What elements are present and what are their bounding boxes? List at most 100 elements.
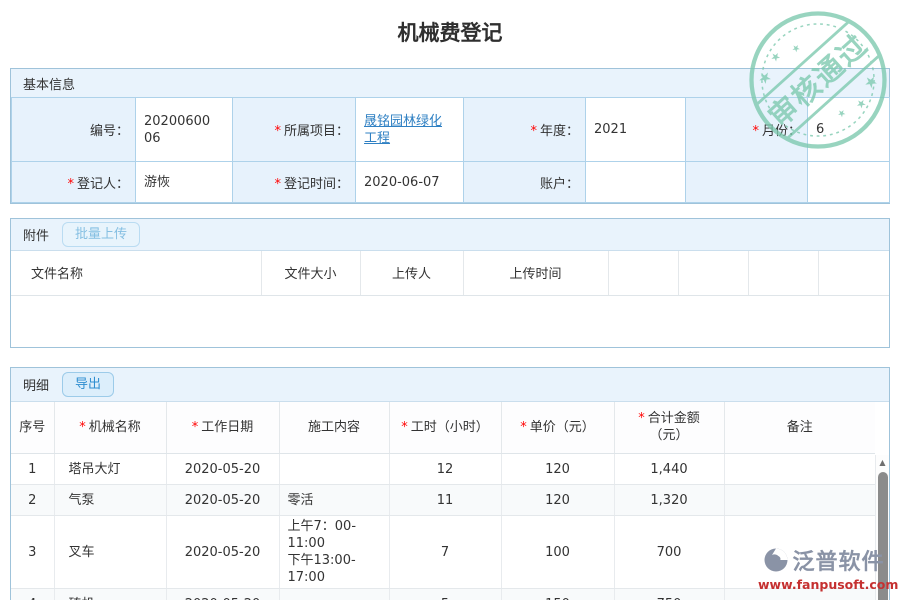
details-header-cell: 施工内容: [279, 402, 389, 454]
details-cell: 12: [389, 454, 501, 485]
vendor-url: www.fanpusoft.com: [758, 577, 890, 592]
basic-info-section: 基本信息 编号：2020060006*所属项目：晟铭园林绿化工程 *年度：2021…: [10, 68, 890, 204]
details-cell: 上午7：00-11:00 下午13:00-17:00: [279, 516, 389, 589]
details-table-row: 3叉车2020-05-20上午7：00-11:00 下午13:00-17:007…: [11, 516, 875, 589]
details-cell: 2020-05-20: [166, 516, 279, 589]
attachments-header-cell: 文件大小: [261, 251, 360, 295]
required-asterisk: *: [274, 177, 281, 192]
attachments-header-cell: 上传人: [360, 251, 463, 295]
field-label: 账户：: [464, 162, 586, 203]
attachments-section: 附件 批量上传 文件名称文件大小上传人上传时间: [10, 218, 890, 348]
required-asterisk: *: [401, 420, 408, 435]
attachments-table: 文件名称文件大小上传人上传时间: [11, 251, 889, 296]
required-asterisk: *: [192, 420, 199, 435]
details-header-cell: *机械名称: [54, 402, 166, 454]
field-value: 2021: [586, 98, 686, 162]
details-cell: 1,440: [614, 454, 724, 485]
details-table-row: 4砖机2020-05-20 5150750: [11, 589, 875, 600]
field-value: 2020060006: [136, 98, 233, 162]
details-header-cell: *工时（小时）: [389, 402, 501, 454]
field-value: [586, 162, 686, 203]
details-cell: 120: [501, 454, 614, 485]
attachments-empty-area: [11, 296, 889, 347]
field-value: 2020-06-07: [356, 162, 464, 203]
required-asterisk: *: [638, 411, 645, 426]
details-cell: [279, 589, 389, 600]
details-cell: 气泵: [54, 485, 166, 516]
details-cell: [724, 485, 875, 516]
details-cell: 1,320: [614, 485, 724, 516]
required-asterisk: *: [274, 124, 281, 139]
batch-upload-button[interactable]: 批量上传: [62, 222, 140, 247]
details-table-row: 1塔吊大灯2020-05-20 121201,440: [11, 454, 875, 485]
details-header-cell: 序号: [11, 402, 54, 454]
details-cell: 750: [614, 589, 724, 600]
details-cell: 5: [389, 589, 501, 600]
details-table-row: 2气泵2020-05-20零活111201,320: [11, 485, 875, 516]
attachments-header-cell: [748, 251, 818, 295]
details-header-cell: 备注: [724, 402, 875, 454]
field-value: 晟铭园林绿化工程: [356, 98, 464, 162]
details-cell: 700: [614, 516, 724, 589]
attachments-header-cell: 上传时间: [463, 251, 608, 295]
machinery-fee-registration-page: 机械费登记 审核通过 ★ ★ ★ ★ ★ ★ 基本信息: [0, 0, 900, 600]
export-button[interactable]: 导出: [62, 372, 114, 397]
required-asterisk: *: [520, 420, 527, 435]
details-title: 明细: [23, 375, 49, 394]
details-cell: 11: [389, 485, 501, 516]
details-cell: 叉车: [54, 516, 166, 589]
field-label: *登记人：: [12, 162, 136, 203]
details-cell: 4: [11, 589, 54, 600]
field-value: [808, 162, 890, 203]
attachments-header-row: 文件名称文件大小上传人上传时间: [11, 251, 889, 295]
details-header-cell: *合计金额 （元）: [614, 402, 724, 454]
required-asterisk: *: [530, 124, 537, 139]
details-header-bar: 明细 导出: [11, 368, 889, 402]
required-asterisk: *: [67, 177, 74, 192]
details-cell: 3: [11, 516, 54, 589]
vendor-name: 泛普软件: [792, 544, 884, 576]
attachments-header-cell: [608, 251, 678, 295]
field-label: *登记时间：: [233, 162, 356, 203]
field-label: *所属项目：: [233, 98, 356, 162]
field-label: 编号：: [12, 98, 136, 162]
field-value: 6: [808, 98, 890, 162]
attachments-header-bar: 附件 批量上传: [11, 219, 889, 251]
attachments-title: 附件: [23, 225, 49, 244]
field-label: *年度：: [464, 98, 586, 162]
attachments-header-cell: [818, 251, 889, 295]
details-cell: 2020-05-20: [166, 485, 279, 516]
details-cell: 砖机: [54, 589, 166, 600]
project-link[interactable]: 晟铭园林绿化工程: [364, 114, 442, 146]
field-value: 游恢: [136, 162, 233, 203]
details-cell: 2: [11, 485, 54, 516]
vendor-watermark: 泛普软件 www.fanpusoft.com: [758, 544, 890, 592]
details-header-cell: *单价（元）: [501, 402, 614, 454]
details-cell: [279, 454, 389, 485]
details-cell: 100: [501, 516, 614, 589]
details-cell: 塔吊大灯: [54, 454, 166, 485]
details-cell: 零活: [279, 485, 389, 516]
details-table: 序号*机械名称*工作日期施工内容*工时（小时）*单价（元）*合计金额 （元）备注…: [11, 402, 875, 600]
fanpusoft-logo-icon: [763, 547, 789, 573]
required-asterisk: *: [752, 124, 759, 139]
details-cell: 2020-05-20: [166, 589, 279, 600]
basic-info-row: *登记人：游恢*登记时间：2020-06-07账户：: [12, 162, 890, 203]
details-header-row: 序号*机械名称*工作日期施工内容*工时（小时）*单价（元）*合计金额 （元）备注: [11, 402, 875, 454]
basic-info-table: 编号：2020060006*所属项目：晟铭园林绿化工程 *年度：2021*月份：6…: [11, 97, 890, 203]
details-cell: 7: [389, 516, 501, 589]
field-label: *月份：: [686, 98, 808, 162]
details-cell: 150: [501, 589, 614, 600]
details-cell: 120: [501, 485, 614, 516]
details-cell: 2020-05-20: [166, 454, 279, 485]
details-cell: 1: [11, 454, 54, 485]
basic-info-header-bar: 基本信息: [11, 69, 889, 97]
attachments-header-cell: 文件名称: [11, 251, 261, 295]
details-cell: [724, 454, 875, 485]
basic-info-title: 基本信息: [23, 74, 75, 93]
field-label: [686, 162, 808, 203]
basic-info-row: 编号：2020060006*所属项目：晟铭园林绿化工程 *年度：2021*月份：6: [12, 98, 890, 162]
scroll-up-arrow-icon[interactable]: ▲: [876, 455, 889, 470]
stamp-star-icon: ★: [767, 48, 784, 65]
page-title: 机械费登记: [0, 18, 900, 48]
